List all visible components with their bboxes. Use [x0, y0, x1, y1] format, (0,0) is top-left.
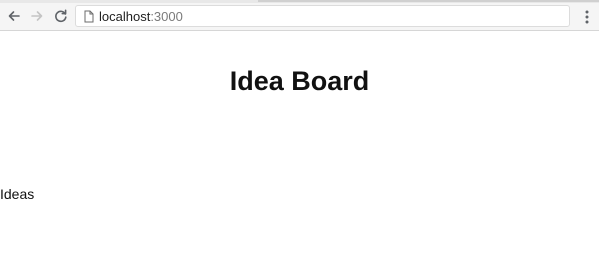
kebab-menu-icon: [585, 10, 589, 24]
address-bar[interactable]: localhost:3000: [75, 5, 570, 27]
browser-window: localhost:3000 Idea Board Ideas: [0, 0, 599, 259]
arrow-right-icon: [31, 11, 43, 21]
forward-button[interactable]: [27, 6, 47, 26]
reload-button[interactable]: [51, 6, 71, 26]
url-host: localhost: [99, 9, 151, 24]
browser-toolbar: localhost:3000: [0, 3, 599, 31]
url-text: localhost:3000: [99, 9, 183, 25]
url-port: :3000: [150, 9, 183, 24]
back-button[interactable]: [4, 6, 24, 26]
browser-menu-button[interactable]: [579, 7, 595, 27]
page-viewport: Idea Board Ideas: [0, 31, 599, 259]
arrow-left-icon: [8, 11, 20, 21]
page-icon: [84, 10, 94, 23]
reload-icon: [55, 9, 67, 23]
tab-strip-accent: [258, 0, 599, 2]
ideas-section-label: Ideas: [0, 186, 35, 202]
page-title: Idea Board: [229, 66, 370, 96]
